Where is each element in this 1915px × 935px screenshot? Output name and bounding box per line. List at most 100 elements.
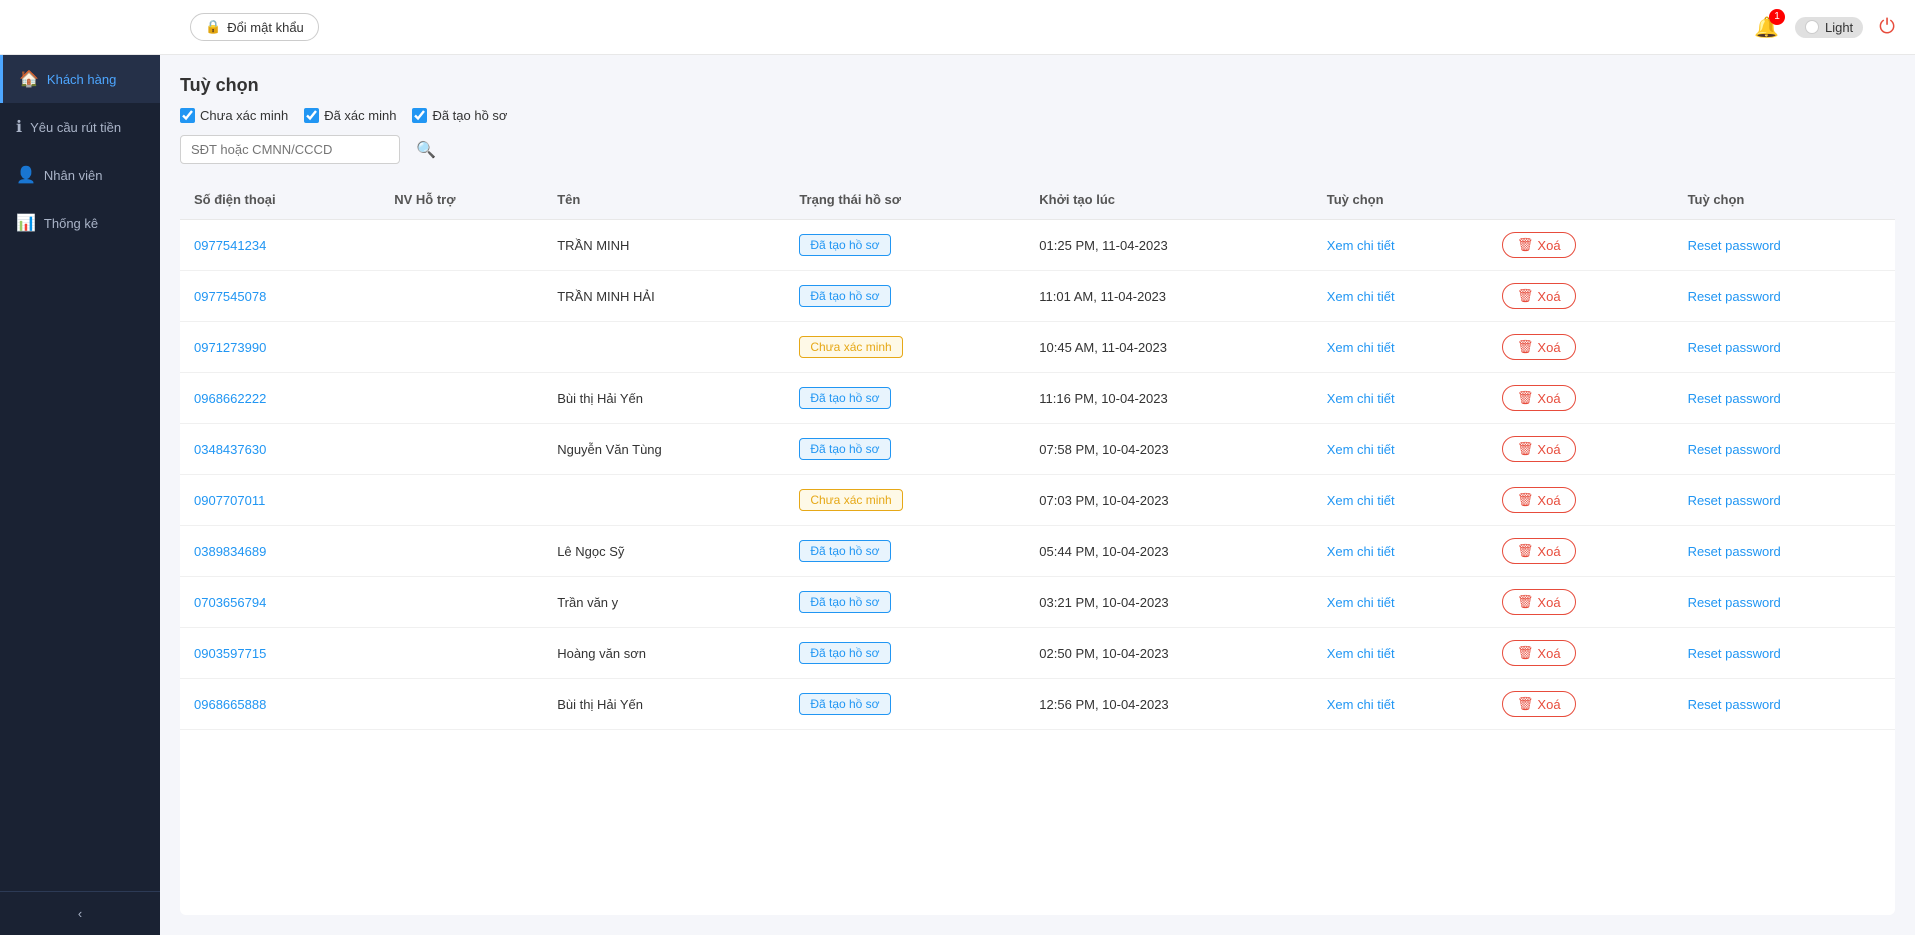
search-button[interactable]: 🔍 — [408, 136, 444, 164]
cell-created-2: 10:45 AM, 11-04-2023 — [1025, 322, 1312, 373]
view-detail-link-5[interactable]: Xem chi tiết — [1327, 493, 1395, 508]
notification-badge: 1 — [1769, 9, 1785, 25]
filter-da-xac-minh[interactable]: Đã xác minh — [304, 108, 396, 123]
cell-created-6: 05:44 PM, 10-04-2023 — [1025, 526, 1312, 577]
reset-password-link-6[interactable]: Reset password — [1688, 544, 1781, 559]
cell-phone-8: 0903597715 — [180, 628, 380, 679]
sidebar-item-nhan-vien[interactable]: 👤 Nhân viên — [0, 151, 160, 199]
phone-link-3[interactable]: 0968662222 — [194, 391, 266, 406]
cell-view-0: Xem chi tiết — [1313, 220, 1488, 271]
view-detail-link-4[interactable]: Xem chi tiết — [1327, 442, 1395, 457]
info-icon: ℹ — [16, 117, 22, 137]
view-detail-link-0[interactable]: Xem chi tiết — [1327, 238, 1395, 253]
view-detail-link-8[interactable]: Xem chi tiết — [1327, 646, 1395, 661]
reset-password-link-3[interactable]: Reset password — [1688, 391, 1781, 406]
notification-wrapper[interactable]: 🔔 1 — [1754, 15, 1779, 40]
cell-delete-4: 🗑 Xoá — [1488, 424, 1674, 475]
checkbox-da-tao-ho-so[interactable] — [412, 108, 427, 123]
home-icon: 🏠 — [19, 69, 39, 89]
phone-link-8[interactable]: 0903597715 — [194, 646, 266, 661]
cell-created-3: 11:16 PM, 10-04-2023 — [1025, 373, 1312, 424]
delete-button-5[interactable]: 🗑 Xoá — [1502, 487, 1576, 513]
cell-reset-2: Reset password — [1674, 322, 1895, 373]
view-detail-link-7[interactable]: Xem chi tiết — [1327, 595, 1395, 610]
phone-link-2[interactable]: 0971273990 — [194, 340, 266, 355]
cell-nv-5 — [380, 475, 543, 526]
trash-icon-5: 🗑 — [1517, 492, 1534, 508]
sidebar-item-yeu-cau-rut-tien[interactable]: ℹ Yêu cầu rút tiền — [0, 103, 160, 151]
sidebar-spacer — [0, 247, 160, 891]
reset-password-link-4[interactable]: Reset password — [1688, 442, 1781, 457]
filter-label-da-tao-ho-so: Đã tạo hồ sơ — [432, 108, 507, 123]
change-password-button[interactable]: 🔒 Đổi mật khẩu — [190, 13, 319, 41]
phone-link-1[interactable]: 0977545078 — [194, 289, 266, 304]
phone-link-0[interactable]: 0977541234 — [194, 238, 266, 253]
cell-reset-6: Reset password — [1674, 526, 1895, 577]
checkbox-chua-xac-minh[interactable] — [180, 108, 195, 123]
cell-view-7: Xem chi tiết — [1313, 577, 1488, 628]
cell-reset-0: Reset password — [1674, 220, 1895, 271]
delete-button-6[interactable]: 🗑 Xoá — [1502, 538, 1576, 564]
topbar-left: 🔒 Đổi mật khẩu — [190, 13, 319, 41]
view-detail-link-1[interactable]: Xem chi tiết — [1327, 289, 1395, 304]
cell-nv-3 — [380, 373, 543, 424]
table-row: 0907707011 Chưa xác minh 07:03 PM, 10-04… — [180, 475, 1895, 526]
sidebar-collapse-button[interactable]: ‹ — [0, 891, 160, 935]
cell-status-3: Đã tạo hồ sơ — [785, 373, 1025, 424]
sidebar-item-khach-hang[interactable]: 🏠 Khách hàng — [0, 55, 160, 103]
checkbox-da-xac-minh[interactable] — [304, 108, 319, 123]
reset-password-link-7[interactable]: Reset password — [1688, 595, 1781, 610]
status-badge-8: Đã tạo hồ sơ — [799, 642, 890, 664]
phone-link-5[interactable]: 0907707011 — [194, 493, 265, 508]
delete-button-4[interactable]: 🗑 Xoá — [1502, 436, 1576, 462]
cell-status-7: Đã tạo hồ sơ — [785, 577, 1025, 628]
cell-reset-1: Reset password — [1674, 271, 1895, 322]
delete-button-1[interactable]: 🗑 Xoá — [1502, 283, 1576, 309]
delete-button-8[interactable]: 🗑 Xoá — [1502, 640, 1576, 666]
cell-reset-5: Reset password — [1674, 475, 1895, 526]
sidebar: 🏠 Khách hàng ℹ Yêu cầu rút tiền 👤 Nhân v… — [0, 55, 160, 935]
delete-button-2[interactable]: 🗑 Xoá — [1502, 334, 1576, 360]
delete-button-7[interactable]: 🗑 Xoá — [1502, 589, 1576, 615]
reset-password-link-0[interactable]: Reset password — [1688, 238, 1781, 253]
cell-created-7: 03:21 PM, 10-04-2023 — [1025, 577, 1312, 628]
delete-button-9[interactable]: 🗑 Xoá — [1502, 691, 1576, 717]
cell-view-9: Xem chi tiết — [1313, 679, 1488, 730]
cell-name-4: Nguyễn Văn Tùng — [543, 424, 785, 475]
view-detail-link-3[interactable]: Xem chi tiết — [1327, 391, 1395, 406]
search-input[interactable] — [180, 135, 400, 164]
phone-link-4[interactable]: 0348437630 — [194, 442, 266, 457]
table-header: Số điện thoại NV Hỗ trợ Tên Trạng thái h… — [180, 180, 1895, 220]
phone-link-9[interactable]: 0968665888 — [194, 697, 266, 712]
status-badge-0: Đã tạo hồ sơ — [799, 234, 890, 256]
reset-password-link-1[interactable]: Reset password — [1688, 289, 1781, 304]
cell-created-4: 07:58 PM, 10-04-2023 — [1025, 424, 1312, 475]
theme-toggle[interactable]: Light — [1795, 17, 1863, 38]
cell-created-8: 02:50 PM, 10-04-2023 — [1025, 628, 1312, 679]
power-button[interactable]: ⏻ — [1879, 16, 1895, 39]
reset-password-link-8[interactable]: Reset password — [1688, 646, 1781, 661]
filter-da-tao-ho-so[interactable]: Đã tạo hồ sơ — [412, 108, 507, 123]
col-options2: Tuỳ chọn — [1674, 180, 1895, 220]
reset-password-link-5[interactable]: Reset password — [1688, 493, 1781, 508]
delete-button-3[interactable]: 🗑 Xoá — [1502, 385, 1576, 411]
view-detail-link-2[interactable]: Xem chi tiết — [1327, 340, 1395, 355]
col-delete — [1488, 180, 1674, 220]
table-row: 0968665888 Bùi thị Hải Yến Đã tạo hồ sơ … — [180, 679, 1895, 730]
topbar: 🔒 Đổi mật khẩu 🔔 1 Light ⏻ — [0, 0, 1915, 55]
view-detail-link-9[interactable]: Xem chi tiết — [1327, 697, 1395, 712]
phone-link-7[interactable]: 0703656794 — [194, 595, 266, 610]
filter-label-chua-xac-minh: Chưa xác minh — [200, 108, 288, 123]
reset-password-link-9[interactable]: Reset password — [1688, 697, 1781, 712]
status-badge-4: Đã tạo hồ sơ — [799, 438, 890, 460]
sidebar-item-thong-ke[interactable]: 📊 Thống kê — [0, 199, 160, 247]
reset-password-link-2[interactable]: Reset password — [1688, 340, 1781, 355]
col-options1: Tuỳ chọn — [1313, 180, 1488, 220]
delete-button-0[interactable]: 🗑 Xoá — [1502, 232, 1576, 258]
table-row: 0971273990 Chưa xác minh 10:45 AM, 11-04… — [180, 322, 1895, 373]
view-detail-link-6[interactable]: Xem chi tiết — [1327, 544, 1395, 559]
filter-chua-xac-minh[interactable]: Chưa xác minh — [180, 108, 288, 123]
phone-link-6[interactable]: 0389834689 — [194, 544, 266, 559]
status-badge-5: Chưa xác minh — [799, 489, 902, 511]
table-row: 0348437630 Nguyễn Văn Tùng Đã tạo hồ sơ … — [180, 424, 1895, 475]
